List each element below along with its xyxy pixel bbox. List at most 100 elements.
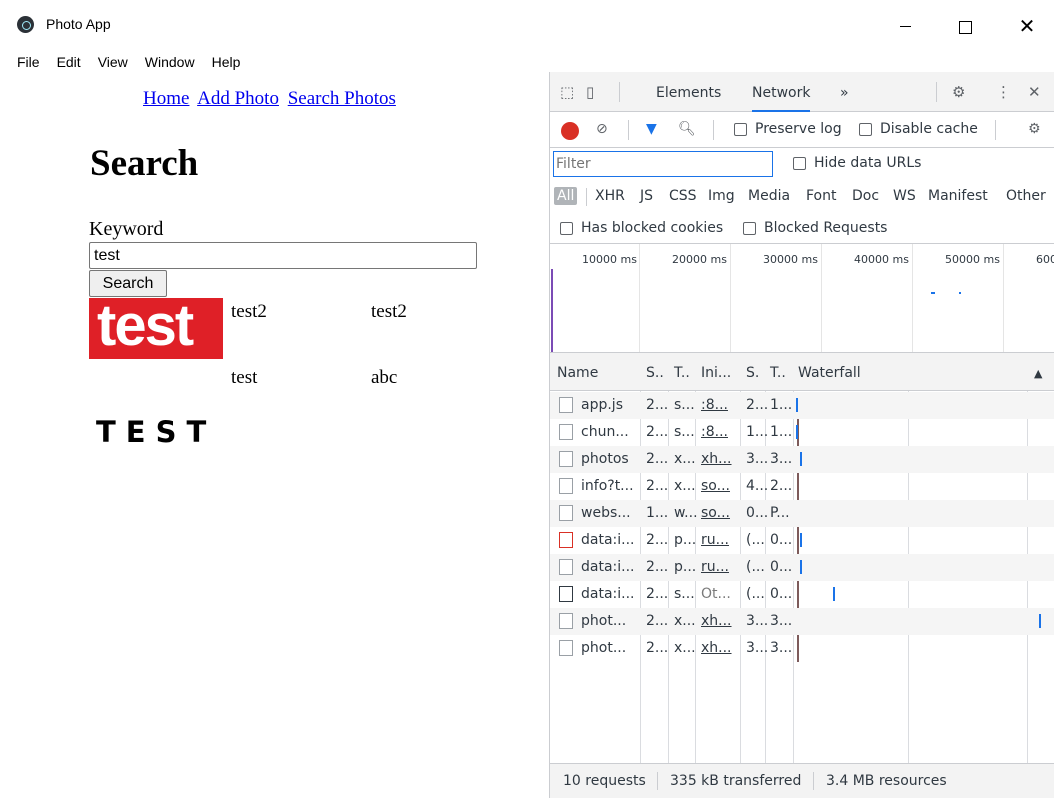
devtools-panel: ⬚ ▯ Elements Network » ⚙ ⋮ ✕ ⊘ ▼ 🔍︎ Pres… [549,72,1054,798]
type-filter-all[interactable]: All [554,187,578,205]
column-header-initiator[interactable]: Ini... [701,365,731,381]
table-header: Name S.. T.. Ini... S. T.. Waterfall ▲ [550,353,1054,391]
network-status-bar: 10 requests 335 kB transferred 3.4 MB re… [550,763,1054,798]
request-type: x... [674,613,696,629]
checkbox-icon [859,122,872,136]
type-filter-font[interactable]: Font [806,188,836,204]
font-file-icon [559,586,573,602]
hide-data-urls-checkbox[interactable]: Hide data URLs [793,155,921,171]
app-content: Home Add Photo Search Photos Search Keyw… [0,72,549,798]
request-name: data:i... [581,586,635,602]
record-button[interactable] [561,122,579,140]
top-nav: Home Add Photo Search Photos [143,88,400,110]
timeline-marker [551,269,553,352]
column-header-name[interactable]: Name [557,365,598,381]
table-row[interactable]: chun... 2... s... :8... 1... 1... [550,419,1054,446]
type-filter-css[interactable]: CSS [669,188,697,204]
network-toolbar: ⊘ ▼ 🔍︎ Preserve log Disable cache ⚙ [550,112,1054,148]
thumbnail-text: test [97,298,194,358]
table-row[interactable]: app.js 2... s... :8... 2... 1... [550,392,1054,419]
search-icon[interactable]: 🔍︎ [678,121,696,137]
device-toolbar-icon[interactable]: ▯ [586,83,594,101]
tab-elements[interactable]: Elements [656,85,721,101]
request-time: 1... [770,397,793,413]
disable-cache-checkbox[interactable]: Disable cache [859,121,978,137]
file-icon [559,640,573,656]
request-size: 4... [746,478,769,494]
request-initiator-link[interactable]: ru... [701,532,729,548]
table-row[interactable]: phot... 2... x... xh... 3... 3... [550,608,1054,635]
tab-network[interactable]: Network [752,85,811,112]
type-filter-xhr[interactable]: XHR [595,188,625,204]
menu-help[interactable]: Help [203,52,249,72]
request-status: 2... [646,640,669,656]
checkbox-icon [793,156,806,170]
clear-icon[interactable]: ⊘ [596,121,608,137]
network-settings-gear-icon[interactable]: ⚙ [1028,121,1041,137]
inspect-element-icon[interactable]: ⬚ [560,83,574,101]
request-name: data:i... [581,559,635,575]
disable-cache-label: Disable cache [880,121,978,137]
sort-up-icon[interactable]: ▲ [1034,367,1042,380]
request-initiator-link[interactable]: xh... [701,640,732,656]
table-row[interactable]: data:i... 2... s... Ot... (... 0... [550,581,1054,608]
filter-funnel-icon[interactable]: ▼ [646,121,657,137]
settings-gear-icon[interactable]: ⚙ [952,83,965,101]
divider [713,120,714,140]
network-overview-timeline[interactable]: 10000 ms 20000 ms 30000 ms 40000 ms 5000… [550,244,1054,353]
menu-window[interactable]: Window [136,52,203,72]
type-filter-doc[interactable]: Doc [852,188,879,204]
table-row[interactable]: data:i... 2... p... ru... (... 0... [550,527,1054,554]
menu-file[interactable]: File [0,52,48,72]
preserve-log-checkbox[interactable]: Preserve log [734,121,842,137]
column-header-time[interactable]: T.. [770,365,786,381]
filter-input[interactable]: Filter [553,151,773,177]
column-header-status[interactable]: S.. [646,365,664,381]
request-initiator-link[interactable]: ru... [701,559,729,575]
minimize-button[interactable] [883,8,929,44]
more-options-icon[interactable]: ⋮ [996,83,1011,101]
table-row[interactable]: data:i... 2... p... ru... (... 0... [550,554,1054,581]
type-filter-ws[interactable]: WS [893,188,916,204]
search-button[interactable]: Search [89,270,167,297]
divider [936,82,937,102]
request-status: 2... [646,613,669,629]
more-tabs-button[interactable]: » [840,85,849,101]
nav-search-photos-link[interactable]: Search Photos [288,88,396,109]
column-header-waterfall[interactable]: Waterfall [798,365,861,381]
type-filter-img[interactable]: Img [708,188,735,204]
close-devtools-icon[interactable]: ✕ [1028,83,1041,101]
nav-add-photo-link[interactable]: Add Photo [197,88,279,109]
table-row[interactable]: info?t... 2... x... so... 4... 2... [550,473,1054,500]
maximize-button[interactable] [941,8,987,44]
column-header-size[interactable]: S. [746,365,759,381]
request-initiator-link[interactable]: so... [701,505,730,521]
request-initiator-link[interactable]: xh... [701,613,732,629]
request-initiator-link[interactable]: :8... [701,424,728,440]
column-header-type[interactable]: T.. [674,365,690,381]
hide-data-urls-label: Hide data URLs [814,155,922,171]
keyword-input[interactable]: test [89,242,477,269]
blocked-requests-checkbox[interactable]: Blocked Requests [743,220,887,236]
type-filter-manifest[interactable]: Manifest [928,188,988,204]
request-name: data:i... [581,532,635,548]
table-row[interactable]: photos 2... x... xh... 3... 3... [550,446,1054,473]
request-initiator-link[interactable]: :8... [701,397,728,413]
has-blocked-cookies-label: Has blocked cookies [581,220,724,236]
close-button[interactable]: ✕ [1004,8,1050,44]
request-initiator-link[interactable]: xh... [701,451,732,467]
timeline-gridline [1003,244,1004,352]
type-filter-media[interactable]: Media [748,188,790,204]
type-filter-other[interactable]: Other [1006,188,1046,204]
request-initiator-link[interactable]: so... [701,478,730,494]
table-row[interactable]: phot... 2... x... xh... 3... 3... [550,635,1054,662]
has-blocked-cookies-checkbox[interactable]: Has blocked cookies [560,220,723,236]
nav-home-link[interactable]: Home [143,88,189,109]
menu-view[interactable]: View [89,52,136,72]
table-row[interactable]: webs... 1... w... so... 0... P... [550,500,1054,527]
request-time: 1... [770,424,793,440]
preserve-log-label: Preserve log [755,121,842,137]
type-filter-js[interactable]: JS [640,188,653,204]
menu-edit[interactable]: Edit [48,52,89,72]
divider [586,188,587,206]
